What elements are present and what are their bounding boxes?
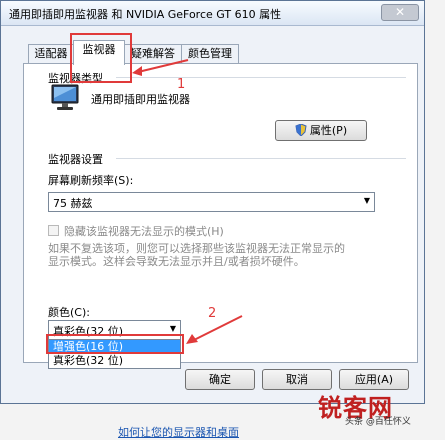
- divider: [116, 158, 406, 159]
- chevron-down-icon: ▼: [169, 324, 176, 333]
- close-button[interactable]: ✕: [381, 4, 419, 21]
- hide-modes-label: 隐藏该监视器无法显示的模式(H): [64, 225, 224, 238]
- refresh-rate-select[interactable]: 75 赫兹 ▼: [48, 192, 375, 212]
- colors-option-32bit[interactable]: 真彩色(32 位): [49, 354, 180, 368]
- hint-text-line2: 显示模式。这样会导致无法显示并且/或者损坏硬件。: [48, 255, 305, 268]
- help-link[interactable]: 如何让您的显示器和桌面: [118, 424, 239, 440]
- window-title: 通用即插即用监视器 和 NVIDIA GeForce GT 610 属性: [9, 8, 282, 21]
- refresh-rate-label: 屏幕刷新频率(S):: [48, 174, 134, 187]
- annotation-box-option: [46, 334, 184, 354]
- cancel-button[interactable]: 取消: [262, 369, 332, 390]
- shield-icon: [295, 123, 307, 137]
- hide-modes-checkbox[interactable]: [48, 225, 59, 236]
- tab-adapter[interactable]: 适配器: [28, 44, 74, 64]
- monitor-icon: [50, 84, 82, 112]
- refresh-rate-value: 75 赫兹: [53, 197, 93, 210]
- watermark-sub: 头条 @百任怀义: [345, 417, 411, 427]
- ok-button[interactable]: 确定: [185, 369, 255, 390]
- properties-button-label: 属性(P): [309, 124, 348, 137]
- colors-label: 颜色(C):: [48, 306, 90, 319]
- properties-button[interactable]: 属性(P): [275, 120, 367, 141]
- chevron-down-icon: ▼: [363, 196, 370, 205]
- annotation-number-2: 2: [208, 306, 217, 321]
- monitor-name: 通用即插即用监视器: [91, 93, 190, 106]
- title-bar: 通用即插即用监视器 和 NVIDIA GeForce GT 610 属性 ✕: [1, 1, 424, 26]
- tab-monitor[interactable]: 监视器: [73, 40, 125, 65]
- annotation-number-1: 1: [177, 77, 186, 92]
- apply-button[interactable]: 应用(A): [339, 369, 409, 390]
- monitor-settings-heading: 监视器设置: [48, 153, 103, 166]
- annotation-arrow-1: [130, 58, 190, 78]
